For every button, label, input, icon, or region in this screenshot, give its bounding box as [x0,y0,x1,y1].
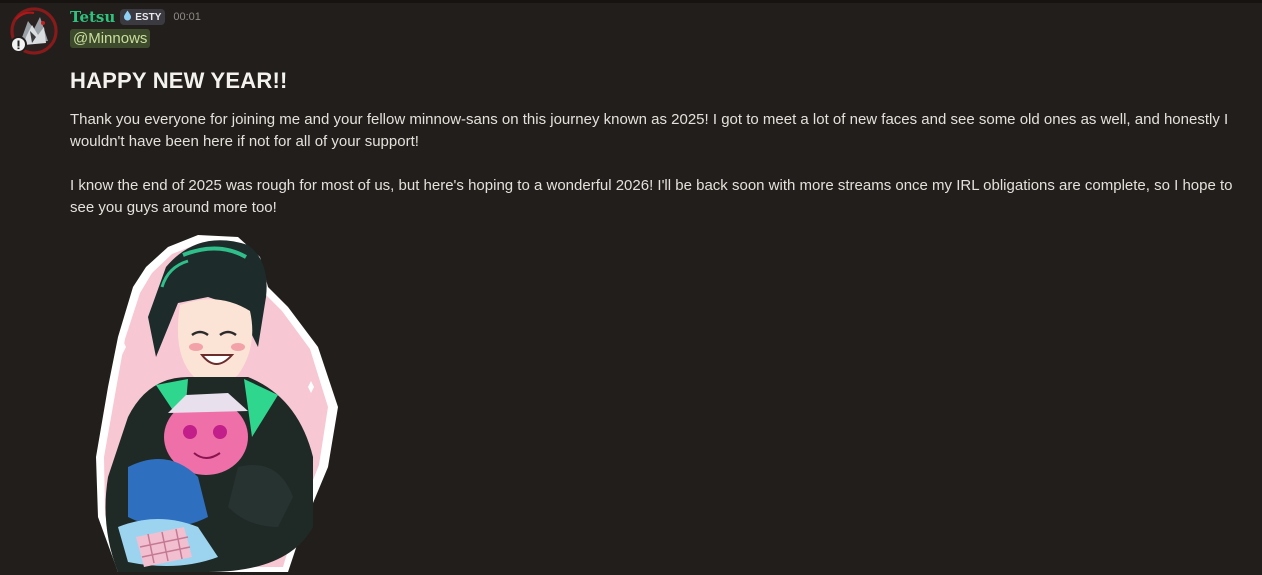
message-heading: HAPPY NEW YEAR!! [70,68,288,93]
message-paragraph-1: Thank you everyone for joining me and yo… [70,111,1229,150]
role-mention[interactable]: @Minnows [70,29,151,48]
chat-message: Tetsu ESTY 00:01 @Minnows HAPPY NEW YEAR… [0,3,1262,575]
server-tag-label: ESTY [135,11,162,23]
server-tag[interactable]: ESTY [120,9,166,25]
attachment-image[interactable] [88,227,350,575]
water-drop-icon [123,10,132,24]
message-timestamp: 00:01 [173,11,201,23]
author-name[interactable]: Tetsu [70,8,115,26]
message-header: Tetsu ESTY 00:01 [70,6,201,28]
status-badge-icon [10,36,27,53]
message-paragraph-2: I know the end of 2025 was rough for mos… [70,177,1233,216]
